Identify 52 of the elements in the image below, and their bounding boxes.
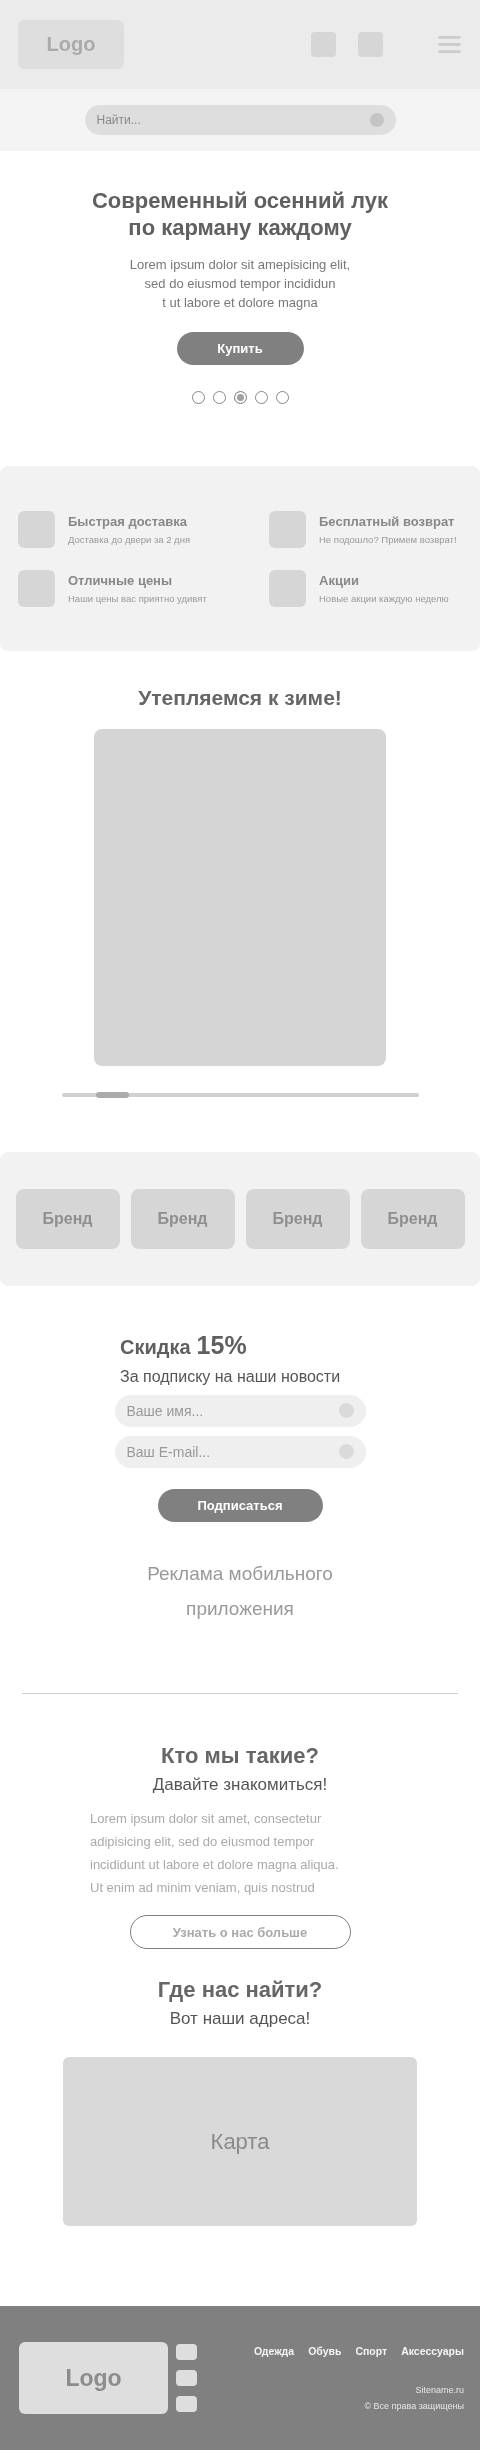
menu-icon[interactable] [438, 35, 461, 54]
feature-title: Акции [319, 572, 360, 588]
square-icon[interactable] [176, 2396, 197, 2412]
brand-tile[interactable]: Бренд [360, 1189, 465, 1249]
hero-title: Современный осенний лук по карману каждому [90, 187, 389, 241]
discount-value: 15% [196, 1331, 247, 1360]
brand-tile[interactable]: Бренд [130, 1189, 235, 1249]
buy-button[interactable]: Купить [176, 332, 304, 365]
learn-more-button[interactable]: Узнать о нас больше [129, 1915, 351, 1949]
section-subtitle: Давайте знакомиться! [152, 1775, 328, 1795]
feature-text: Новые акции каждую неделю [319, 592, 449, 604]
footer-link[interactable]: Обувь [308, 2345, 342, 2357]
slide-dot[interactable] [233, 391, 247, 404]
square-icon[interactable] [176, 2370, 197, 2386]
slide-dot[interactable] [191, 391, 205, 404]
square-icon [18, 569, 55, 607]
brand-tile[interactable]: Бренд [15, 1189, 120, 1249]
feature-text: Наши цены вас приятно удивят [68, 592, 207, 604]
footer-link[interactable]: Одежда [253, 2345, 295, 2357]
section-title: Где нас найти? [157, 1977, 323, 2003]
slide-dot[interactable] [212, 391, 226, 404]
input-field[interactable]: Ваше имя... [114, 1395, 366, 1427]
section-title: Утепляемся к зиме! [137, 685, 343, 711]
brand-tile[interactable]: Бренд [245, 1189, 350, 1249]
input-field[interactable]: Ваш E-mail... [114, 1436, 366, 1468]
app-ad-text: Реклама мобильного приложения [147, 1562, 333, 1621]
section-subtitle: Вот наши адреса! [169, 2009, 311, 2029]
search-field[interactable]: Найти... [84, 105, 396, 135]
slide-dot[interactable] [275, 391, 289, 404]
site-name: Sitename.ru [415, 2385, 464, 2395]
copyright-text: © Все права защищены [364, 2401, 464, 2411]
feature-title: Быстрая доставка [68, 513, 188, 529]
square-icon [269, 510, 306, 548]
square-icon[interactable] [176, 2344, 197, 2360]
discount-label: Скидка [120, 1336, 191, 1359]
feature-title: Бесплатный возврат [319, 513, 456, 529]
scrollbar[interactable] [61, 1093, 419, 1097]
hero-text: Lorem ipsum dolor sit amepisicing elit, sed do eiusmod tempor incididun t ut labore et dolore magna [128, 256, 352, 312]
subscribe-subtitle: За подписку на наши новости [120, 1368, 342, 1386]
square-icon [18, 510, 55, 548]
square-icon [269, 569, 306, 607]
feature-text: Не подошло? Примем возврат! [319, 533, 457, 545]
subscribe-button[interactable]: Подписаться [157, 1489, 323, 1522]
about-text: Lorem ipsum dolor sit amet, consectetur adipisicing elit, sed do eiusmod tempor incididunt ut labore et dolore magna aliqua. Ut enim ad minim veniam, quis nostrud [90, 1810, 340, 1897]
footer-link[interactable]: Спорт [355, 2345, 388, 2357]
footer-link[interactable]: Аксессуары [401, 2345, 464, 2357]
section-title: Кто мы такие? [161, 1743, 319, 1769]
feature-title: Отличные цены [68, 572, 174, 588]
map-placeholder[interactable]: Карта [63, 2057, 417, 2226]
slide-dot[interactable] [254, 391, 268, 404]
feature-text: Доставка до двери за 2 дня [68, 533, 191, 545]
logo[interactable]: Logo [19, 2342, 168, 2414]
